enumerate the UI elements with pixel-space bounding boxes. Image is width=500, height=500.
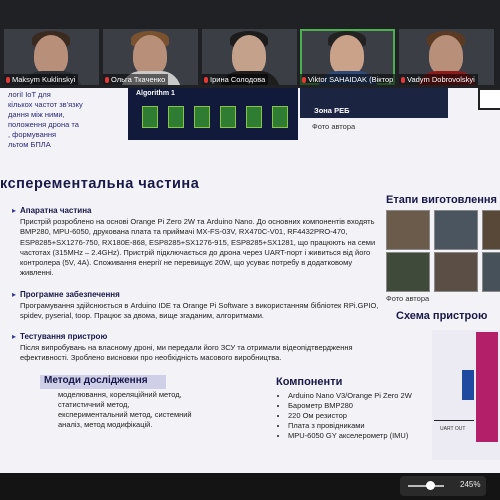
bullet-icon: ▸ <box>12 290 17 299</box>
participant-tile[interactable]: Ольга Ткаченко <box>103 29 198 85</box>
uart-label: UART OUT <box>440 426 466 432</box>
hardware-block: ▸ Апаратна частина Пристрій розроблено н… <box>12 206 380 278</box>
participant-strip: Maksym Kuklinskyi Ольга Ткаченко Ірина С… <box>0 0 500 88</box>
testing-block: ▸ Тестування пристрою Після випробувань … <box>12 332 380 364</box>
slide-left-text: логії IoT для кількох частот зв'язку дан… <box>8 90 83 149</box>
hardware-title: Апаратна частина <box>20 206 92 215</box>
mic-muted-icon <box>105 76 109 83</box>
mic-muted-icon <box>6 76 10 83</box>
testing-text: Після випробувань на власному дроні, ми … <box>20 343 353 363</box>
participant-tile[interactable]: Ірина Солодова <box>202 29 297 85</box>
hardware-text: Пристрій розроблено на основі Orange Pi … <box>20 217 376 278</box>
bullet-icon: ▸ <box>12 206 17 215</box>
section-title: ксперементальна частина <box>0 176 200 192</box>
scheme-title: Схема пристрою <box>396 310 488 322</box>
components-title: Компоненти <box>276 376 343 388</box>
list-item: 220 Ом резистор <box>288 411 412 421</box>
mic-muted-icon <box>204 76 208 83</box>
list-item: Arduino Nano V3/Orange Pi Zero 2W <box>288 391 412 401</box>
mic-muted-icon <box>401 76 405 83</box>
zoom-control[interactable]: 245% <box>400 476 486 496</box>
methods-title: Методи дослідження <box>40 375 166 389</box>
list-item: Барометр BMP280 <box>288 401 412 411</box>
participant-name: Ольга Ткаченко <box>103 74 169 85</box>
reb-zone-diagram: Зона РЕБ <box>300 88 448 118</box>
algorithm-label: Algorithm 1 <box>136 90 175 97</box>
participant-name: Viktor SAHAIDAK (Віктор <box>300 74 395 85</box>
list-item: MPU-6050 GY акселерометр (IMU) <box>288 431 412 441</box>
zoom-slider-knob[interactable] <box>425 481 435 490</box>
participant-name: Maksym Kuklinskyi <box>4 74 79 85</box>
bullet-icon: ▸ <box>12 332 17 341</box>
stages-title: Етапи виготовлення <box>386 194 497 206</box>
device-scheme: UART OUT <box>432 330 500 460</box>
participant-tile-active-speaker[interactable]: Viktor SAHAIDAK (Віктор <box>300 29 395 85</box>
photo-caption: Фото автора <box>386 294 430 303</box>
mic-muted-icon <box>302 76 306 83</box>
participant-tile[interactable]: Maksym Kuklinskyi <box>4 29 99 85</box>
slide-logo <box>478 88 500 110</box>
shared-slide: логії IoT для кількох частот зв'язку дан… <box>0 88 500 473</box>
participant-name: Vadym Dobrovolskyi <box>399 74 478 85</box>
participant-name: Ірина Солодова <box>202 74 269 85</box>
software-block: ▸ Програмне забезпечення Програмування з… <box>12 290 380 322</box>
photo-caption: Фото автора <box>312 122 356 131</box>
zoom-level: 245% <box>460 480 481 489</box>
software-title: Програмне забезпечення <box>20 290 120 299</box>
zone-label: Зона РЕБ <box>314 106 350 115</box>
methods-text: моделювання, кореляційний метод, статист… <box>58 390 192 429</box>
software-text: Програмування здійснюється в Arduino IDE… <box>20 301 379 321</box>
testing-title: Тестування пристрою <box>20 332 108 341</box>
components-list: Arduino Nano V3/Orange Pi Zero 2W Бароме… <box>278 391 412 441</box>
participant-tile[interactable]: Vadym Dobrovolskyi <box>399 29 494 85</box>
algorithm-diagram: Algorithm 1 <box>128 88 298 140</box>
list-item: Плата з провідниками <box>288 421 412 431</box>
